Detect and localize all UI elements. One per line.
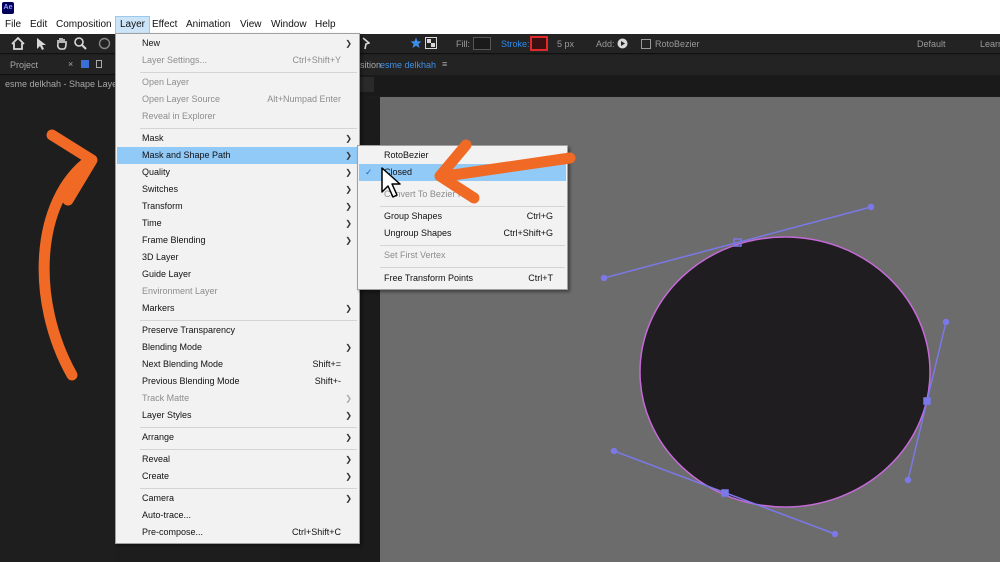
menu-item-3d-layer[interactable]: 3D Layer xyxy=(117,249,358,266)
menu-item-blending-mode[interactable]: Blending Mode ❯ xyxy=(117,339,358,356)
menu-item-next-blending-mode[interactable]: Next Blending Mode Shift+= xyxy=(117,356,358,373)
mouse-cursor-icon xyxy=(381,167,401,198)
handle-point[interactable] xyxy=(904,476,912,484)
menu-item-previous-blending-mode[interactable]: Previous Blending Mode Shift+- xyxy=(117,373,358,390)
menu-item-quality[interactable]: Quality ❯ xyxy=(117,164,358,181)
layer-dropdown-menu: New ❯ Layer Settings... Ctrl+Shift+Y Open … xyxy=(115,33,360,544)
menu-item-reveal[interactable]: Reveal ❯ xyxy=(117,451,358,468)
menu-item-transform[interactable]: Transform ❯ xyxy=(117,198,358,215)
handle-point[interactable] xyxy=(942,318,950,326)
menu-item-arrange[interactable]: Arrange ❯ xyxy=(117,429,358,446)
submenu-item-group-shapes[interactable]: Group Shapes Ctrl+G xyxy=(359,208,566,225)
chevron-right-icon: ❯ xyxy=(345,433,352,442)
menu-item-track-matte[interactable]: Track Matte ❯ xyxy=(117,390,358,407)
menu-separator xyxy=(140,128,357,129)
checkmark-icon: ✓ xyxy=(365,167,373,177)
submenu-item-set-first-vertex[interactable]: Set First Vertex xyxy=(359,247,566,264)
menu-item-mask-and-shape-path[interactable]: Mask and Shape Path ❯ xyxy=(117,147,358,164)
chevron-right-icon: ❯ xyxy=(345,168,352,177)
menu-item-preserve-transparency[interactable]: Preserve Transparency xyxy=(117,322,358,339)
submenu-item-ungroup-shapes[interactable]: Ungroup Shapes Ctrl+Shift+G xyxy=(359,225,566,242)
menu-item-frame-blending[interactable]: Frame Blending ❯ xyxy=(117,232,358,249)
chevron-right-icon: ❯ xyxy=(345,472,352,481)
menu-separator xyxy=(380,206,565,207)
chevron-right-icon: ❯ xyxy=(345,455,352,464)
submenu-item-rotobezier[interactable]: RotoBezier xyxy=(359,147,566,164)
chevron-right-icon: ❯ xyxy=(345,343,352,352)
submenu-item-free-transform-points[interactable]: Free Transform Points Ctrl+T xyxy=(359,270,566,287)
menu-separator xyxy=(380,245,565,246)
chevron-right-icon: ❯ xyxy=(345,394,352,403)
menu-item-layer-styles[interactable]: Layer Styles ❯ xyxy=(117,407,358,424)
menu-item-pre-compose[interactable]: Pre-compose... Ctrl+Shift+C xyxy=(117,524,358,541)
chevron-right-icon: ❯ xyxy=(345,151,352,160)
handle-point[interactable] xyxy=(600,274,608,282)
menu-item-camera[interactable]: Camera ❯ xyxy=(117,490,358,507)
menu-separator xyxy=(380,267,565,268)
chevron-right-icon: ❯ xyxy=(345,304,352,313)
menu-item-open-layer-source[interactable]: Open Layer Source Alt+Numpad Enter xyxy=(117,91,358,108)
menu-item-switches[interactable]: Switches ❯ xyxy=(117,181,358,198)
menu-item-auto-trace[interactable]: Auto-trace... xyxy=(117,507,358,524)
menu-item-reveal-in-explorer[interactable]: Reveal in Explorer xyxy=(117,108,358,125)
chevron-right-icon: ❯ xyxy=(345,134,352,143)
ellipse-shape[interactable] xyxy=(639,236,931,508)
menu-item-environment-layer[interactable]: Environment Layer xyxy=(117,283,358,300)
menu-separator xyxy=(140,449,357,450)
menu-item-markers[interactable]: Markers ❯ xyxy=(117,300,358,317)
chevron-right-icon: ❯ xyxy=(345,185,352,194)
menu-item-layer-settings[interactable]: Layer Settings... Ctrl+Shift+Y xyxy=(117,52,358,69)
chevron-right-icon: ❯ xyxy=(345,411,352,420)
handle-point[interactable] xyxy=(831,530,839,538)
menu-item-new[interactable]: New ❯ xyxy=(117,35,358,52)
menu-item-mask[interactable]: Mask ❯ xyxy=(117,130,358,147)
chevron-right-icon: ❯ xyxy=(345,202,352,211)
vertex-point[interactable] xyxy=(923,397,931,405)
menu-separator xyxy=(140,427,357,428)
menu-separator xyxy=(140,320,357,321)
menu-separator xyxy=(140,72,357,73)
menu-item-guide-layer[interactable]: Guide Layer xyxy=(117,266,358,283)
chevron-right-icon: ❯ xyxy=(345,219,352,228)
handle-point[interactable] xyxy=(867,203,875,211)
menu-item-create[interactable]: Create ❯ xyxy=(117,468,358,485)
handle-point[interactable] xyxy=(610,447,618,455)
menu-item-time[interactable]: Time ❯ xyxy=(117,215,358,232)
chevron-right-icon: ❯ xyxy=(345,494,352,503)
menu-separator xyxy=(140,488,357,489)
vertex-point[interactable] xyxy=(721,489,729,497)
chevron-right-icon: ❯ xyxy=(345,236,352,245)
menu-item-open-layer[interactable]: Open Layer xyxy=(117,74,358,91)
chevron-right-icon: ❯ xyxy=(345,39,352,48)
